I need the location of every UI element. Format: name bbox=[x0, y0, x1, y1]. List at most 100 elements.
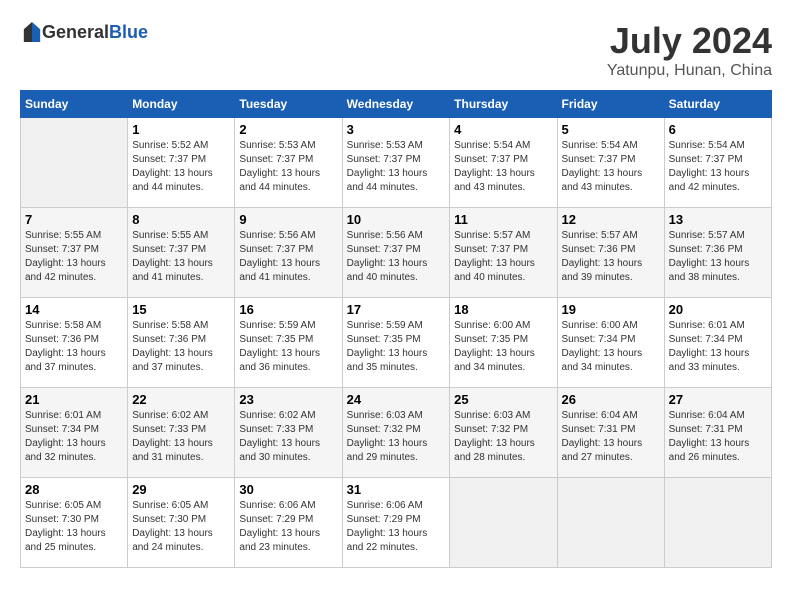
day-number: 19 bbox=[562, 302, 660, 317]
calendar-cell: 21 Sunrise: 6:01 AMSunset: 7:34 PMDayligh… bbox=[21, 388, 128, 478]
day-info: Sunrise: 6:03 AMSunset: 7:32 PMDaylight:… bbox=[454, 409, 552, 465]
calendar-cell: 11Sunrise: 5:57 AMSunset: 7:37 PMDayligh… bbox=[450, 208, 557, 298]
day-info: Sunrise: 6:00 AMSunset: 7:34 PMDaylight:… bbox=[562, 319, 660, 375]
day-number: 6 bbox=[669, 122, 767, 137]
day-number: 29 bbox=[132, 482, 230, 497]
day-number: 9 bbox=[239, 212, 337, 227]
day-info: Sunrise: 5:54 AMSunset: 7:37 PMDaylight:… bbox=[562, 139, 660, 195]
day-info: Sunrise: 5:58 AMSunset: 7:36 PMDaylight:… bbox=[132, 319, 230, 375]
calendar-cell: 23Sunrise: 6:02 AMSunset: 7:33 PMDayligh… bbox=[235, 388, 342, 478]
day-info: Sunrise: 6:05 AMSunset: 7:30 PMDaylight:… bbox=[132, 499, 230, 555]
calendar-cell bbox=[664, 478, 771, 568]
day-info: Sunrise: 6:01 AMSunset: 7:34 PMDaylight:… bbox=[669, 319, 767, 375]
calendar-cell bbox=[450, 478, 557, 568]
weekday-header-wednesday: Wednesday bbox=[342, 91, 450, 118]
calendar-cell: 12Sunrise: 5:57 AMSunset: 7:36 PMDayligh… bbox=[557, 208, 664, 298]
calendar-cell: 14Sunrise: 5:58 AMSunset: 7:36 PMDayligh… bbox=[21, 298, 128, 388]
logo-icon bbox=[22, 20, 42, 44]
calendar-cell: 1 Sunrise: 5:52 AMSunset: 7:37 PMDaylight… bbox=[128, 118, 235, 208]
calendar-cell: 30 Sunrise: 6:06 AMSunset: 7:29 PMDayligh… bbox=[235, 478, 342, 568]
day-number: 2 bbox=[239, 122, 337, 137]
day-number: 26 bbox=[562, 392, 660, 407]
location-title: Yatunpu, Hunan, China bbox=[607, 62, 772, 80]
calendar-cell: 31Sunrise: 6:06 AMSunset: 7:29 PMDayligh… bbox=[342, 478, 450, 568]
day-info: Sunrise: 5:53 AMSunset: 7:37 PMDaylight:… bbox=[347, 139, 446, 195]
calendar-cell: 24 Sunrise: 6:03 AMSunset: 7:32 PMDayligh… bbox=[342, 388, 450, 478]
day-info: Sunrise: 6:06 AMSunset: 7:29 PMDaylight:… bbox=[239, 499, 337, 555]
weekday-header-saturday: Saturday bbox=[664, 91, 771, 118]
calendar-cell: 29 Sunrise: 6:05 AMSunset: 7:30 PMDayligh… bbox=[128, 478, 235, 568]
calendar-cell: 18Sunrise: 6:00 AMSunset: 7:35 PMDayligh… bbox=[450, 298, 557, 388]
calendar-cell: 27 Sunrise: 6:04 AMSunset: 7:31 PMDayligh… bbox=[664, 388, 771, 478]
calendar-week-row: 21 Sunrise: 6:01 AMSunset: 7:34 PMDayligh… bbox=[21, 388, 772, 478]
calendar-cell: 3 Sunrise: 5:53 AMSunset: 7:37 PMDaylight… bbox=[342, 118, 450, 208]
day-info: Sunrise: 5:53 AMSunset: 7:37 PMDaylight:… bbox=[239, 139, 337, 195]
day-info: Sunrise: 6:01 AMSunset: 7:34 PMDaylight:… bbox=[25, 409, 123, 465]
calendar-cell: 7 Sunrise: 5:55 AMSunset: 7:37 PMDaylight… bbox=[21, 208, 128, 298]
day-number: 4 bbox=[454, 122, 552, 137]
calendar-cell: 10Sunrise: 5:56 AMSunset: 7:37 PMDayligh… bbox=[342, 208, 450, 298]
day-number: 27 bbox=[669, 392, 767, 407]
day-info: Sunrise: 5:55 AMSunset: 7:37 PMDaylight:… bbox=[25, 229, 123, 285]
day-info: Sunrise: 6:04 AMSunset: 7:31 PMDaylight:… bbox=[669, 409, 767, 465]
weekday-header-tuesday: Tuesday bbox=[235, 91, 342, 118]
calendar-week-row: 14Sunrise: 5:58 AMSunset: 7:36 PMDayligh… bbox=[21, 298, 772, 388]
logo-blue: Blue bbox=[109, 22, 148, 42]
header-row: SundayMondayTuesdayWednesdayThursdayFrid… bbox=[21, 91, 772, 118]
day-info: Sunrise: 5:52 AMSunset: 7:37 PMDaylight:… bbox=[132, 139, 230, 195]
logo: GeneralBlue bbox=[20, 20, 148, 44]
day-info: Sunrise: 5:56 AMSunset: 7:37 PMDaylight:… bbox=[347, 229, 446, 285]
weekday-header-sunday: Sunday bbox=[21, 91, 128, 118]
calendar-cell: 20Sunrise: 6:01 AMSunset: 7:34 PMDayligh… bbox=[664, 298, 771, 388]
day-number: 8 bbox=[132, 212, 230, 227]
day-info: Sunrise: 6:02 AMSunset: 7:33 PMDaylight:… bbox=[132, 409, 230, 465]
day-number: 21 bbox=[25, 392, 123, 407]
day-info: Sunrise: 6:02 AMSunset: 7:33 PMDaylight:… bbox=[239, 409, 337, 465]
day-info: Sunrise: 5:59 AMSunset: 7:35 PMDaylight:… bbox=[347, 319, 446, 375]
day-info: Sunrise: 6:00 AMSunset: 7:35 PMDaylight:… bbox=[454, 319, 552, 375]
calendar-cell: 22 Sunrise: 6:02 AMSunset: 7:33 PMDayligh… bbox=[128, 388, 235, 478]
day-number: 15 bbox=[132, 302, 230, 317]
calendar-cell: 19 Sunrise: 6:00 AMSunset: 7:34 PMDayligh… bbox=[557, 298, 664, 388]
day-number: 1 bbox=[132, 122, 230, 137]
day-info: Sunrise: 5:54 AMSunset: 7:37 PMDaylight:… bbox=[454, 139, 552, 195]
day-number: 11 bbox=[454, 212, 552, 227]
day-number: 7 bbox=[25, 212, 123, 227]
calendar-cell: 6 Sunrise: 5:54 AMSunset: 7:37 PMDaylight… bbox=[664, 118, 771, 208]
calendar-cell: 5 Sunrise: 5:54 AMSunset: 7:37 PMDaylight… bbox=[557, 118, 664, 208]
calendar-table: SundayMondayTuesdayWednesdayThursdayFrid… bbox=[20, 90, 772, 568]
calendar-cell bbox=[557, 478, 664, 568]
day-info: Sunrise: 5:58 AMSunset: 7:36 PMDaylight:… bbox=[25, 319, 123, 375]
day-number: 24 bbox=[347, 392, 446, 407]
day-number: 16 bbox=[239, 302, 337, 317]
calendar-week-row: 28 Sunrise: 6:05 AMSunset: 7:30 PMDayligh… bbox=[21, 478, 772, 568]
calendar-cell bbox=[21, 118, 128, 208]
day-info: Sunrise: 5:59 AMSunset: 7:35 PMDaylight:… bbox=[239, 319, 337, 375]
calendar-week-row: 1 Sunrise: 5:52 AMSunset: 7:37 PMDaylight… bbox=[21, 118, 772, 208]
day-info: Sunrise: 5:55 AMSunset: 7:37 PMDaylight:… bbox=[132, 229, 230, 285]
day-number: 30 bbox=[239, 482, 337, 497]
calendar-cell: 2 Sunrise: 5:53 AMSunset: 7:37 PMDaylight… bbox=[235, 118, 342, 208]
day-info: Sunrise: 6:05 AMSunset: 7:30 PMDaylight:… bbox=[25, 499, 123, 555]
month-title: July 2024 bbox=[607, 20, 772, 62]
title-block: July 2024 Yatunpu, Hunan, China bbox=[607, 20, 772, 80]
day-number: 12 bbox=[562, 212, 660, 227]
calendar-cell: 25Sunrise: 6:03 AMSunset: 7:32 PMDayligh… bbox=[450, 388, 557, 478]
day-info: Sunrise: 6:03 AMSunset: 7:32 PMDaylight:… bbox=[347, 409, 446, 465]
calendar-week-row: 7 Sunrise: 5:55 AMSunset: 7:37 PMDaylight… bbox=[21, 208, 772, 298]
day-number: 31 bbox=[347, 482, 446, 497]
day-info: Sunrise: 5:54 AMSunset: 7:37 PMDaylight:… bbox=[669, 139, 767, 195]
calendar-cell: 4 Sunrise: 5:54 AMSunset: 7:37 PMDaylight… bbox=[450, 118, 557, 208]
logo-general: General bbox=[42, 22, 109, 42]
calendar-cell: 8 Sunrise: 5:55 AMSunset: 7:37 PMDaylight… bbox=[128, 208, 235, 298]
day-number: 5 bbox=[562, 122, 660, 137]
day-info: Sunrise: 5:57 AMSunset: 7:36 PMDaylight:… bbox=[669, 229, 767, 285]
calendar-cell: 26Sunrise: 6:04 AMSunset: 7:31 PMDayligh… bbox=[557, 388, 664, 478]
day-info: Sunrise: 5:56 AMSunset: 7:37 PMDaylight:… bbox=[239, 229, 337, 285]
page-header: GeneralBlue July 2024 Yatunpu, Hunan, Ch… bbox=[20, 20, 772, 80]
day-number: 28 bbox=[25, 482, 123, 497]
day-number: 22 bbox=[132, 392, 230, 407]
calendar-cell: 17Sunrise: 5:59 AMSunset: 7:35 PMDayligh… bbox=[342, 298, 450, 388]
calendar-body: 1 Sunrise: 5:52 AMSunset: 7:37 PMDaylight… bbox=[21, 118, 772, 568]
day-number: 3 bbox=[347, 122, 446, 137]
